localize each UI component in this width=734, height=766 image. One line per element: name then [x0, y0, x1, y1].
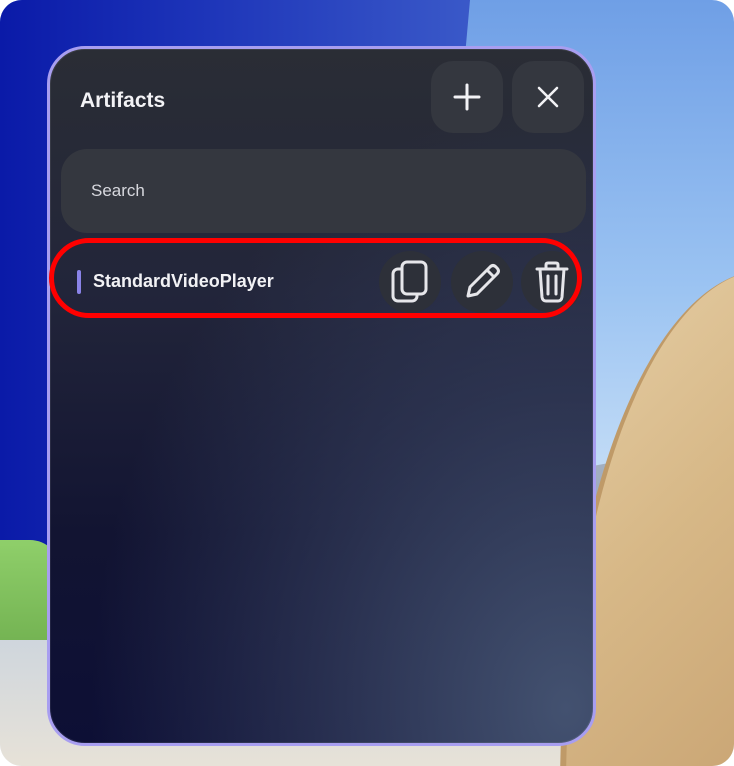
panel-title: Artifacts — [80, 89, 166, 112]
copy-artifact-button[interactable] — [379, 251, 441, 313]
edit-icon — [466, 264, 500, 298]
artifacts-panel: Artifacts Search StandardVideoPlayer — [47, 46, 596, 746]
close-icon — [537, 86, 559, 108]
search-placeholder: Search — [91, 181, 145, 200]
edit-artifact-button[interactable] — [451, 251, 513, 313]
search-input[interactable]: Search — [61, 149, 586, 233]
artifact-name: StandardVideoPlayer — [93, 271, 274, 291]
add-artifact-button[interactable] — [431, 61, 503, 133]
artifact-list-item[interactable]: StandardVideoPlayer — [73, 251, 593, 313]
trash-icon — [535, 261, 569, 303]
selection-indicator — [77, 270, 81, 294]
plus-icon — [453, 83, 481, 111]
copy-icon — [391, 260, 428, 303]
close-panel-button[interactable] — [512, 61, 584, 133]
delete-artifact-button[interactable] — [521, 251, 583, 313]
